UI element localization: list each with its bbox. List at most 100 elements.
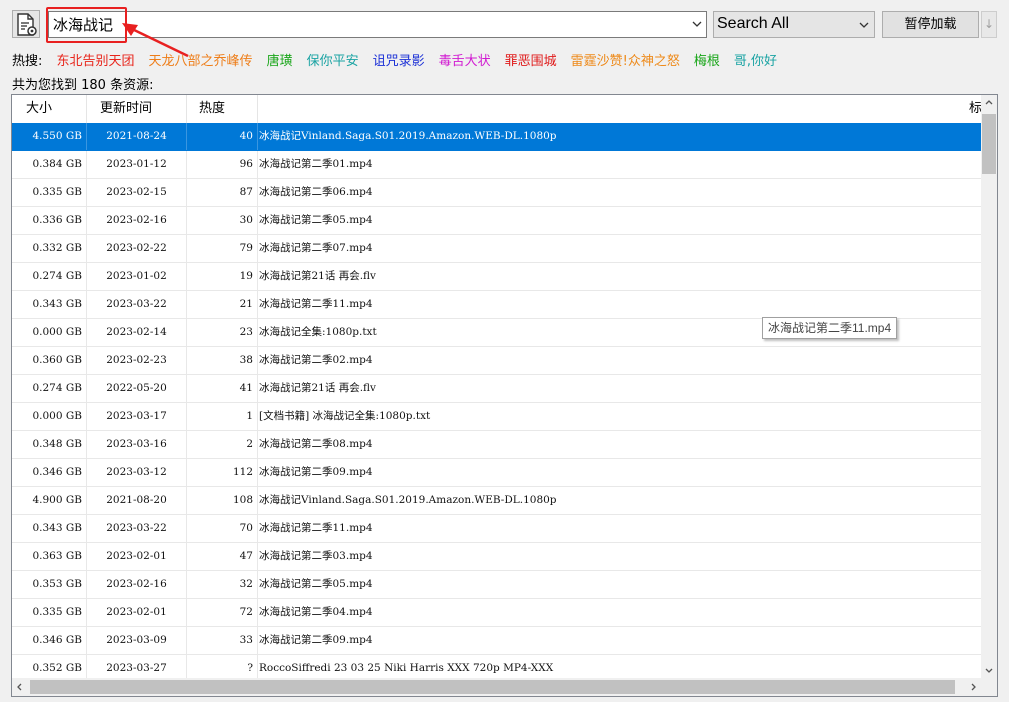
cell-heat: 70	[187, 515, 258, 542]
table-row[interactable]: 0.384 GB 2023-01-12 96 冰海战记第二季01.mp4	[12, 151, 981, 179]
column-header-size[interactable]: 大小	[12, 95, 87, 123]
table-row[interactable]: 0.274 GB 2022-05-20 41 冰海战记第21话 再会.flv	[12, 375, 981, 403]
cell-updated: 2023-03-12	[87, 459, 187, 486]
hot-search-item[interactable]: 唐璜	[267, 50, 293, 69]
cell-title: 冰海战记第二季09.mp4	[259, 466, 373, 478]
cell-title: 冰海战记第二季07.mp4	[259, 242, 373, 254]
search-scope-value: Search All	[717, 15, 790, 32]
cell-title: 冰海战记第二季08.mp4	[259, 438, 373, 450]
cell-heat: 96	[187, 151, 258, 178]
cell-size: 4.550 GB	[12, 123, 87, 150]
cell-size: 0.343 GB	[12, 515, 87, 542]
table-row[interactable]: 0.343 GB 2023-03-22 70 冰海战记第二季11.mp4	[12, 515, 981, 543]
table-row[interactable]: 0.335 GB 2023-02-01 72 冰海战记第二季04.mp4	[12, 599, 981, 627]
hot-search-item[interactable]: 罪恶围城	[505, 50, 557, 69]
cell-size: 0.343 GB	[12, 291, 87, 318]
cell-updated: 2023-03-16	[87, 431, 187, 458]
cell-title: 冰海战记第二季11.mp4	[259, 522, 373, 534]
table-row[interactable]: 0.352 GB 2023-03-27? RoccoSiffredi 23 03 2…	[12, 655, 981, 678]
hot-search-item[interactable]: 雷霆沙赞!众神之怒	[571, 50, 680, 69]
document-gear-icon	[17, 13, 37, 36]
hot-search-item[interactable]: 梅根	[694, 50, 720, 69]
vertical-scrollbar[interactable]	[981, 95, 997, 678]
table-row[interactable]: 4.550 GB 2021-08-24 40 冰海战记Vinland.Saga.S01…	[12, 123, 981, 151]
hot-search-item[interactable]: 诅咒录影	[373, 50, 425, 69]
cell-updated: 2023-03-09	[87, 627, 187, 654]
cell-updated: 2023-03-22	[87, 291, 187, 318]
table-row[interactable]: 0.343 GB 2023-03-22 21 冰海战记第二季11.mp4	[12, 291, 981, 319]
scroll-right-icon[interactable]	[971, 683, 976, 691]
chevron-down-icon[interactable]	[692, 21, 702, 27]
table-row[interactable]: 0.332 GB 2023-02-22 79 冰海战记第二季07.mp4	[12, 235, 981, 263]
horizontal-scrollbar[interactable]	[12, 678, 981, 696]
table-row[interactable]: 0.346 GB 2023-03-09 33 冰海战记第二季09.mp4	[12, 627, 981, 655]
vertical-scroll-thumb[interactable]	[982, 114, 996, 174]
table-row[interactable]: 0.360 GB 2023-02-23 38 冰海战记第二季02.mp4	[12, 347, 981, 375]
cell-title: 冰海战记第二季02.mp4	[259, 354, 373, 366]
cell-updated: 2023-02-16	[87, 571, 187, 598]
cell-size: 0.335 GB	[12, 179, 87, 206]
hot-search-item[interactable]: 天龙八部之乔峰传	[149, 50, 253, 69]
cell-size: 0.384 GB	[12, 151, 87, 178]
results-table[interactable]: 大小 更新时间 热度 标 4.550 GB 2021-08-24 40 冰海战记Vin…	[11, 94, 998, 697]
table-row[interactable]: 4.900 GB 2021-08-20 108 冰海战记Vinland.Saga.S0…	[12, 487, 981, 515]
cell-title: 冰海战记Vinland.Saga.S01.2019.Amazon.WEB-DL.…	[259, 494, 557, 506]
download-arrow-button[interactable]: ↓	[981, 11, 997, 38]
filename-tooltip: 冰海战记第二季11.mp4	[762, 317, 898, 339]
scroll-down-icon[interactable]	[985, 668, 993, 673]
hot-search-item[interactable]: 东北告别天团	[57, 50, 135, 69]
cell-size: 0.000 GB	[12, 403, 87, 430]
scroll-left-icon[interactable]	[17, 683, 22, 691]
cell-title: [文档书籍] 冰海战记全集:1080p.txt	[259, 410, 431, 422]
cell-title: 冰海战记第二季05.mp4	[259, 578, 373, 590]
cell-size: 0.336 GB	[12, 207, 87, 234]
table-body: 4.550 GB 2021-08-24 40 冰海战记Vinland.Saga.S01…	[12, 123, 981, 678]
hot-search-label: 热搜:	[12, 54, 43, 69]
scroll-up-icon[interactable]	[985, 100, 993, 105]
cell-updated: 2021-08-24	[87, 123, 187, 150]
hot-search-item[interactable]: 保你平安	[307, 50, 359, 69]
table-row[interactable]: 0.336 GB 2023-02-16 30 冰海战记第二季05.mp4	[12, 207, 981, 235]
column-header-title[interactable]: 标	[258, 95, 982, 123]
table-row[interactable]: 0.000 GB 2023-03-17 1 [文档书籍] 冰海战记全集:1080p.t…	[12, 403, 981, 431]
cell-size: 0.000 GB	[12, 319, 87, 346]
table-row[interactable]: 0.335 GB 2023-02-15 87 冰海战记第二季06.mp4	[12, 179, 981, 207]
search-scope-select[interactable]: Search All	[713, 11, 875, 38]
pause-loading-button[interactable]: 暂停加载	[882, 11, 979, 38]
cell-title: RoccoSiffredi 23 03 25 Niki Harris XXX 7…	[259, 662, 554, 674]
cell-size: 0.360 GB	[12, 347, 87, 374]
chevron-down-icon	[859, 22, 869, 28]
cell-heat: 2	[187, 431, 258, 458]
document-settings-button[interactable]	[12, 10, 40, 38]
cell-heat: 19	[187, 263, 258, 290]
cell-heat: 30	[187, 207, 258, 234]
result-count: 共为您找到 180 条资源:	[12, 78, 154, 93]
hot-search-item[interactable]: 毒舌大状	[439, 50, 491, 69]
horizontal-scroll-thumb[interactable]	[30, 680, 955, 694]
table-row[interactable]: 0.348 GB 2023-03-16 2 冰海战记第二季08.mp4	[12, 431, 981, 459]
column-header-updated[interactable]: 更新时间	[87, 95, 187, 123]
cell-heat: 108	[187, 487, 258, 514]
cell-updated: 2022-05-20	[87, 375, 187, 402]
table-row[interactable]: 0.274 GB 2023-01-02 19 冰海战记第21话 再会.flv	[12, 263, 981, 291]
annotation-highlight-box	[46, 7, 127, 43]
cell-title: 冰海战记第二季11.mp4	[259, 298, 373, 310]
cell-heat: 32	[187, 571, 258, 598]
table-header: 大小 更新时间 热度 标	[12, 95, 997, 124]
cell-title: 冰海战记第二季03.mp4	[259, 550, 373, 562]
scrollbar-corner	[981, 678, 997, 696]
hot-search-item[interactable]: 哥,你好	[734, 50, 777, 69]
cell-size: 0.346 GB	[12, 459, 87, 486]
cell-heat: 38	[187, 347, 258, 374]
column-header-heat[interactable]: 热度	[187, 95, 258, 123]
cell-heat: 72	[187, 599, 258, 626]
cell-updated: 2023-02-22	[87, 235, 187, 262]
table-row[interactable]: 0.363 GB 2023-02-01 47 冰海战记第二季03.mp4	[12, 543, 981, 571]
cell-size: 0.352 GB	[12, 655, 87, 678]
cell-heat: 47	[187, 543, 258, 570]
table-row[interactable]: 0.353 GB 2023-02-16 32 冰海战记第二季05.mp4	[12, 571, 981, 599]
cell-title: 冰海战记第二季04.mp4	[259, 606, 373, 618]
cell-title: 冰海战记第二季09.mp4	[259, 634, 373, 646]
cell-updated: 2023-01-02	[87, 263, 187, 290]
table-row[interactable]: 0.346 GB 2023-03-12 112 冰海战记第二季09.mp4	[12, 459, 981, 487]
